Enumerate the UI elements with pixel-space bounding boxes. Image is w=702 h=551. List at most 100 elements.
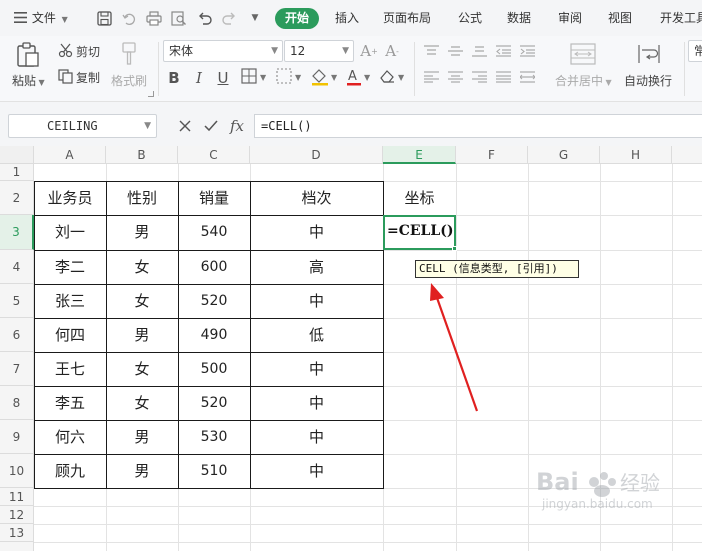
table-cell[interactable]: 男 xyxy=(106,318,178,352)
tab-data[interactable]: 数据 xyxy=(507,0,531,36)
tab-developer[interactable]: 开发工具 xyxy=(660,0,702,36)
cell-e2-coordinate-header[interactable]: 坐标 xyxy=(383,181,456,215)
table-cell[interactable]: 520 xyxy=(178,284,250,318)
bold-icon[interactable]: B xyxy=(165,68,183,88)
row-header-13[interactable]: 13 xyxy=(0,524,34,542)
align-left-icon[interactable] xyxy=(422,70,440,84)
align-right-icon[interactable] xyxy=(470,70,488,84)
table-cell[interactable]: 520 xyxy=(178,386,250,420)
align-center-icon[interactable] xyxy=(446,70,464,84)
redo-icon[interactable] xyxy=(220,9,238,27)
tab-formulas[interactable]: 公式 xyxy=(458,0,482,36)
row-header-2[interactable]: 2 xyxy=(0,181,34,215)
table-header-grade[interactable]: 档次 xyxy=(250,181,383,215)
paste-button[interactable]: 粘贴 ▼ xyxy=(12,72,45,89)
align-bottom-icon[interactable] xyxy=(470,44,488,58)
save-icon[interactable] xyxy=(95,9,113,27)
align-middle-icon[interactable] xyxy=(446,44,464,58)
table-cell[interactable]: 女 xyxy=(106,250,178,284)
column-header-g[interactable]: G xyxy=(528,146,600,164)
column-header-b[interactable]: B xyxy=(106,146,178,164)
format-painter-button[interactable]: 格式刷 xyxy=(111,72,147,89)
table-header-gender[interactable]: 性别 xyxy=(106,181,178,215)
confirm-entry-icon[interactable] xyxy=(202,116,220,136)
file-menu[interactable]: 文件 ▼ xyxy=(14,0,68,36)
underline-icon[interactable]: U xyxy=(214,68,232,88)
spreadsheet-grid[interactable]: A B C D E F G H 1 2 3 4 5 6 7 8 9 10 11 … xyxy=(0,146,702,551)
table-cell[interactable]: 李二 xyxy=(34,250,106,284)
table-cell[interactable]: 王七 xyxy=(34,352,106,386)
print-icon[interactable] xyxy=(145,9,163,27)
table-cell[interactable]: 何六 xyxy=(34,420,106,454)
table-cell[interactable]: 中 xyxy=(250,454,383,488)
table-cell[interactable]: 高 xyxy=(250,250,383,284)
fill-handle[interactable] xyxy=(452,246,457,251)
table-cell[interactable]: 女 xyxy=(106,386,178,420)
table-cell[interactable]: 李五 xyxy=(34,386,106,420)
column-header-c[interactable]: C xyxy=(178,146,250,164)
tab-start[interactable]: 开始 xyxy=(275,8,319,29)
table-cell[interactable]: 530 xyxy=(178,420,250,454)
column-header-h[interactable]: H xyxy=(600,146,672,164)
table-cell[interactable]: 顾九 xyxy=(34,454,106,488)
undo-icon[interactable] xyxy=(195,9,213,27)
table-cell[interactable]: 中 xyxy=(250,420,383,454)
customize-toolbar-icon[interactable]: ▼ xyxy=(246,9,264,27)
paste-icon[interactable] xyxy=(13,41,43,69)
table-cell[interactable]: 女 xyxy=(106,352,178,386)
increase-indent-icon[interactable] xyxy=(518,44,536,58)
table-cell[interactable]: 540 xyxy=(178,215,250,250)
wrap-text-button[interactable]: 自动换行 xyxy=(624,72,672,89)
table-cell[interactable]: 490 xyxy=(178,318,250,352)
row-header-7[interactable]: 7 xyxy=(0,352,34,386)
tab-view[interactable]: 视图 xyxy=(608,0,632,36)
row-header-4[interactable]: 4 xyxy=(0,250,34,284)
clipboard-group-launcher-icon[interactable] xyxy=(148,91,154,97)
increase-font-size-icon[interactable]: A + xyxy=(360,41,378,61)
table-cell[interactable]: 低 xyxy=(250,318,383,352)
row-header-3[interactable]: 3 xyxy=(0,215,34,250)
column-header-e[interactable]: E xyxy=(383,146,456,164)
row-header-6[interactable]: 6 xyxy=(0,318,34,352)
table-header-salesperson[interactable]: 业务员 xyxy=(34,181,106,215)
print-preview-icon[interactable] xyxy=(170,9,188,27)
decrease-font-size-icon[interactable]: A- xyxy=(383,41,401,61)
fill-color-icon[interactable]: ▼ xyxy=(309,68,341,88)
merge-center-button[interactable]: 合并居中 ▼ xyxy=(555,72,612,89)
row-header-11[interactable]: 11 xyxy=(0,488,34,506)
active-cell-e3[interactable]: =CELL() xyxy=(383,215,456,250)
table-cell[interactable]: 女 xyxy=(106,284,178,318)
borders-icon[interactable]: ▼ xyxy=(240,68,270,88)
italic-icon[interactable]: I xyxy=(190,68,208,88)
column-header-d[interactable]: D xyxy=(250,146,383,164)
distributed-align-icon[interactable] xyxy=(518,70,536,84)
row-header-10[interactable]: 10 xyxy=(0,454,34,488)
column-header-a[interactable]: A xyxy=(34,146,106,164)
table-cell[interactable]: 男 xyxy=(106,420,178,454)
align-top-icon[interactable] xyxy=(422,44,440,58)
table-cell[interactable]: 刘一 xyxy=(34,215,106,250)
table-cell[interactable]: 男 xyxy=(106,454,178,488)
cut-button[interactable]: 剪切 xyxy=(76,43,100,60)
formula-input[interactable]: =CELL() xyxy=(254,114,702,138)
table-cell[interactable]: 中 xyxy=(250,352,383,386)
font-size-select[interactable]: 12 ▼ xyxy=(284,40,354,62)
table-cell[interactable]: 中 xyxy=(250,284,383,318)
row-header-8[interactable]: 8 xyxy=(0,386,34,420)
table-cell[interactable]: 500 xyxy=(178,352,250,386)
font-name-select[interactable]: 宋体 ▼ xyxy=(163,40,283,62)
table-cell[interactable]: 510 xyxy=(178,454,250,488)
justify-icon[interactable] xyxy=(494,70,512,84)
table-cell[interactable]: 中 xyxy=(250,386,383,420)
table-cell[interactable]: 张三 xyxy=(34,284,106,318)
font-color-icon[interactable]: A ▼ xyxy=(344,68,374,88)
select-all-corner[interactable] xyxy=(0,146,34,164)
column-header-f[interactable]: F xyxy=(456,146,528,164)
tab-insert[interactable]: 插入 xyxy=(335,0,359,36)
table-cell[interactable]: 600 xyxy=(178,250,250,284)
cancel-entry-icon[interactable] xyxy=(176,116,194,136)
row-header-5[interactable]: 5 xyxy=(0,284,34,318)
row-header-9[interactable]: 9 xyxy=(0,420,34,454)
number-format-select[interactable]: 常 xyxy=(688,40,702,62)
name-box[interactable]: CEILING ▼ xyxy=(8,114,157,138)
